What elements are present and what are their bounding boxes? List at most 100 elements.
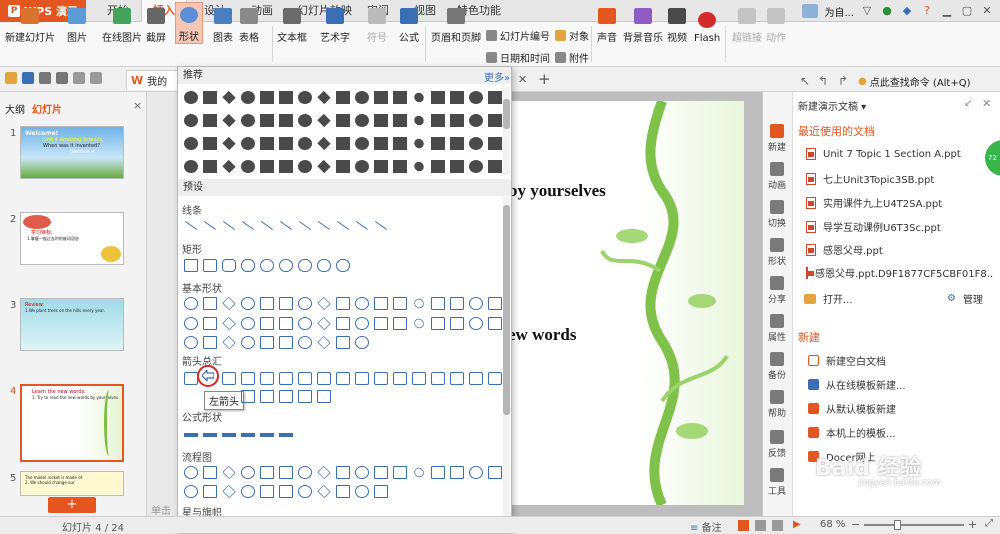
shape-option[interactable]: [412, 296, 426, 311]
shape-option[interactable]: [469, 317, 483, 330]
object-button[interactable]: 对象: [555, 28, 589, 43]
shape-option[interactable]: [374, 372, 388, 385]
shape-option[interactable]: [298, 91, 312, 104]
shape-option[interactable]: [488, 317, 502, 330]
shape-option[interactable]: [393, 372, 407, 385]
shape-option[interactable]: [469, 466, 483, 479]
shape-option[interactable]: [241, 433, 255, 437]
shape-option[interactable]: [374, 466, 388, 479]
shape-option[interactable]: [355, 336, 369, 349]
shape-option[interactable]: [184, 259, 198, 272]
action-button[interactable]: 动作: [763, 2, 789, 44]
shape-option[interactable]: [393, 91, 407, 104]
shape-option[interactable]: [393, 160, 407, 173]
shape-option[interactable]: [184, 160, 198, 173]
task-transition[interactable]: 切换: [762, 200, 792, 229]
shape-option[interactable]: [203, 485, 217, 498]
shape-option[interactable]: [241, 390, 255, 403]
shape-option[interactable]: [279, 317, 293, 330]
shape-option[interactable]: [203, 297, 217, 310]
shape-option[interactable]: [450, 114, 464, 127]
shape-option[interactable]: [184, 485, 198, 498]
slide-thumbnail-1[interactable]: Welcome! Unit 4 Amazing Science When was…: [20, 126, 124, 179]
more-link[interactable]: 更多»: [484, 69, 510, 84]
shape-option[interactable]: [241, 336, 255, 349]
shape-option[interactable]: [279, 336, 293, 349]
fit-window-icon[interactable]: ⤢: [985, 518, 993, 529]
shape-option[interactable]: [336, 485, 350, 498]
recommended-scrollbar[interactable]: [503, 87, 510, 175]
shape-option[interactable]: [203, 336, 217, 349]
task-shapes[interactable]: 形状: [762, 238, 792, 267]
panel-close-icon[interactable]: ×: [133, 99, 142, 112]
shape-option[interactable]: [222, 296, 236, 311]
slide-text-line1[interactable]: by yourselves: [508, 181, 606, 201]
pin-icon[interactable]: ↙: [964, 98, 972, 109]
shape-option[interactable]: [431, 466, 445, 479]
shape-option[interactable]: [393, 297, 407, 310]
shape-option[interactable]: [298, 336, 312, 349]
recent-doc-item[interactable]: 导学互动课例U6T3Sc.ppt: [806, 219, 941, 234]
shape-option[interactable]: [317, 335, 331, 350]
shape-option[interactable]: [298, 137, 312, 150]
reading-view-icon[interactable]: [772, 520, 783, 531]
task-properties[interactable]: 属性: [762, 314, 792, 343]
shape-option[interactable]: [260, 160, 274, 173]
screenshot-button[interactable]: 截屏: [143, 2, 169, 44]
shape-option[interactable]: [336, 317, 350, 330]
new-from-local-template[interactable]: 本机上的模板...: [808, 425, 896, 440]
normal-view-icon[interactable]: [738, 520, 749, 531]
shape-option[interactable]: [241, 485, 255, 498]
shape-option[interactable]: [241, 317, 255, 330]
redo-icon[interactable]: [90, 72, 102, 84]
shape-option[interactable]: [450, 317, 464, 330]
manage-button[interactable]: ⚙ 管理: [947, 291, 983, 306]
shape-option[interactable]: [450, 372, 464, 385]
recent-doc-item[interactable]: 七上Unit3Topic3SB.ppt: [806, 171, 934, 186]
notes-placeholder[interactable]: 单击: [148, 498, 178, 517]
shape-option[interactable]: [260, 372, 274, 385]
shape-option[interactable]: [488, 372, 502, 385]
shape-option[interactable]: [260, 485, 274, 498]
shape-option[interactable]: [336, 259, 350, 272]
shape-option[interactable]: [317, 136, 331, 151]
shape-option[interactable]: [184, 317, 198, 330]
shape-option[interactable]: [355, 317, 369, 330]
back-icon[interactable]: ↰: [818, 74, 828, 88]
shape-option[interactable]: [222, 465, 236, 480]
shape-option[interactable]: [355, 91, 369, 104]
shape-option[interactable]: [431, 372, 445, 385]
shape-option[interactable]: [222, 335, 236, 350]
new-slide-button[interactable]: 新建幻灯片: [2, 2, 58, 44]
task-animation[interactable]: 动画: [762, 162, 792, 191]
shape-option[interactable]: [260, 137, 274, 150]
shape-option[interactable]: [431, 91, 445, 104]
shape-option[interactable]: [298, 372, 312, 385]
shape-option[interactable]: [203, 433, 217, 437]
shape-option[interactable]: [184, 297, 198, 310]
shape-option[interactable]: [222, 484, 236, 499]
shape-option[interactable]: [203, 221, 217, 230]
shape-option[interactable]: [317, 484, 331, 499]
sound-button[interactable]: 声音: [594, 2, 620, 44]
shape-option[interactable]: [222, 433, 236, 437]
new-tab-button[interactable]: +: [538, 70, 551, 88]
online-picture-button[interactable]: 在线图片: [99, 2, 145, 44]
slide-thumbnail-3[interactable]: Review: 1.We plant trees on the hills ev…: [20, 298, 124, 351]
shape-option[interactable]: [260, 91, 274, 104]
shape-option[interactable]: [298, 114, 312, 127]
shape-option[interactable]: [355, 297, 369, 310]
shape-option[interactable]: [431, 160, 445, 173]
tab-close-icon[interactable]: ✕: [518, 73, 527, 86]
shape-option[interactable]: [241, 372, 255, 385]
flash-button[interactable]: Flash: [691, 2, 723, 44]
shirt-icon[interactable]: ◆: [900, 4, 914, 18]
shape-option[interactable]: [279, 466, 293, 479]
sorter-view-icon[interactable]: [755, 520, 766, 531]
minimize-icon[interactable]: ▁: [940, 4, 954, 18]
user-name[interactable]: 为自...: [824, 4, 854, 19]
shape-option[interactable]: [298, 160, 312, 173]
shape-option[interactable]: [469, 137, 483, 150]
shape-option[interactable]: [203, 114, 217, 127]
shape-option[interactable]: [488, 137, 502, 150]
